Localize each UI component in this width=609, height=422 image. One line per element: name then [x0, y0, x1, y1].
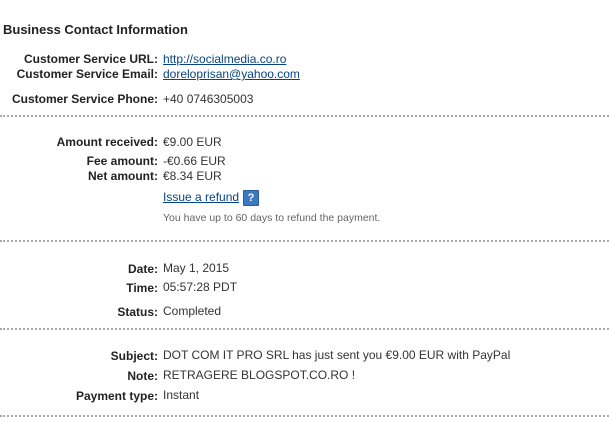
date-label: Date: — [127, 262, 158, 276]
refund-note: You have up to 60 days to refund the pay… — [163, 212, 381, 224]
amount-received-label: Amount received: — [56, 135, 158, 149]
time-value: 05:57:28 PDT — [163, 280, 238, 294]
time-label: Time: — [126, 281, 158, 295]
customer-service-email-link[interactable]: doreloprisan@yahoo.com — [163, 67, 300, 81]
section-divider — [0, 415, 609, 417]
issue-refund-link[interactable]: Issue a refund — [163, 190, 239, 204]
fee-amount-value: -€0.66 EUR — [163, 154, 226, 168]
section-divider — [0, 240, 609, 242]
amount-received-value: €9.00 EUR — [163, 135, 222, 149]
customer-service-url-label: Customer Service URL: — [23, 52, 158, 66]
date-value: May 1, 2015 — [163, 261, 230, 275]
help-icon[interactable]: ? — [243, 190, 259, 206]
status-label: Status: — [117, 305, 158, 319]
section-title: Business Contact Information — [3, 22, 188, 37]
section-divider — [0, 115, 609, 117]
payment-type-label: Payment type: — [75, 389, 158, 403]
payment-type-value: Instant — [163, 388, 200, 402]
note-value: RETRAGERE BLOGSPOT.CO.RO ! — [163, 368, 356, 382]
subject-label: Subject: — [110, 349, 158, 363]
subject-value: DOT COM IT PRO SRL has just sent you €9.… — [163, 348, 511, 362]
net-amount-value: €8.34 EUR — [163, 169, 222, 183]
transaction-details-page: Business Contact Information Customer Se… — [0, 0, 609, 422]
customer-service-url-link[interactable]: http://socialmedia.co.ro — [163, 52, 286, 66]
section-divider — [0, 328, 609, 330]
net-amount-label: Net amount: — [88, 169, 158, 183]
customer-service-phone-value: +40 0746305003 — [163, 92, 254, 106]
customer-service-phone-label: Customer Service Phone: — [11, 92, 158, 106]
customer-service-email-label: Customer Service Email: — [16, 67, 158, 81]
fee-amount-label: Fee amount: — [86, 154, 158, 168]
status-value: Completed — [163, 304, 222, 318]
note-label: Note: — [127, 369, 158, 383]
